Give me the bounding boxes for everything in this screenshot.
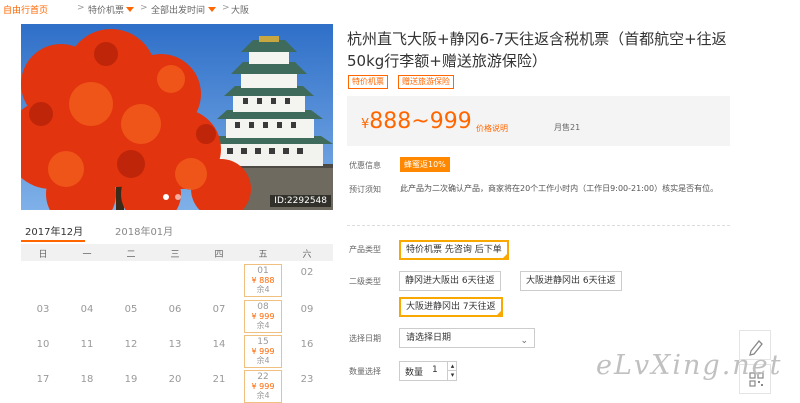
quantity-label: 数量选择 <box>349 367 381 376</box>
tab-month-2[interactable]: 2018年01月 <box>115 223 173 238</box>
weekday-label: 日 <box>38 250 48 260</box>
calendar-grid: 01 ¥ 888 余4 02 03 04 05 06 07 08 ¥ 999 余… <box>21 262 333 403</box>
calendar-day: 11 <box>80 339 94 350</box>
tab-month-1[interactable]: 2017年12月 <box>25 223 83 238</box>
breadcrumb-separator: > <box>140 3 148 13</box>
calendar-day: 14 <box>212 339 226 350</box>
carousel-dot-active[interactable] <box>163 194 169 200</box>
product-type-label: 产品类型 <box>349 245 381 254</box>
calendar-weekday-header: 日 一 二 三 四 五 六 <box>21 244 333 261</box>
decrement-button[interactable]: ▾ <box>447 371 457 380</box>
site-watermark: eLvXing.net <box>596 350 783 381</box>
chevron-down-icon[interactable] <box>208 7 216 12</box>
weekday-label: 四 <box>214 250 224 260</box>
monthly-sales: 月售21 <box>554 123 581 132</box>
calendar-day: 13 <box>168 339 182 350</box>
calendar-day: 20 <box>168 374 182 385</box>
quantity-value[interactable]: 1 <box>432 365 438 375</box>
price-panel: ¥888~999 价格说明 月售21 <box>347 96 730 146</box>
calendar-day: 16 <box>300 339 314 350</box>
calendar-day: 18 <box>80 374 94 385</box>
weekday-label: 六 <box>302 250 312 260</box>
notice-label: 预订须知 <box>349 185 381 194</box>
calendar-month-tabs: 2017年12月 2018年01月 <box>21 221 333 243</box>
calendar-day: 23 <box>300 374 314 385</box>
calendar-day: 04 <box>80 304 94 315</box>
calendar-day-available[interactable]: 08 ¥ 999 余4 <box>244 300 282 333</box>
promo-label: 优惠信息 <box>349 161 381 170</box>
chevron-down-icon: ⌄ <box>520 336 528 346</box>
sub-type-option[interactable]: 静冈进大阪出 6天往返 <box>399 271 501 291</box>
product-price: ¥888~999 <box>361 109 472 134</box>
calendar-day-available[interactable]: 15 ¥ 999 余4 <box>244 335 282 368</box>
date-select[interactable]: 请选择日期 ⌄ <box>399 328 535 348</box>
quantity-stepper[interactable]: 数量 1 ▴ ▾ <box>399 361 457 381</box>
sub-type-option-selected[interactable]: 大阪进静冈出 7天往返 <box>399 297 503 317</box>
product-tag: 特价机票 <box>348 75 388 89</box>
weekday-label: 一 <box>82 250 92 260</box>
product-photo[interactable]: ID:2292548 <box>21 24 333 210</box>
calendar-day: 07 <box>212 304 226 315</box>
section-divider <box>347 225 730 226</box>
calendar-day: 09 <box>300 304 314 315</box>
weekday-label: 五 <box>258 250 268 260</box>
breadcrumb-current: 大阪 <box>231 6 250 16</box>
product-tag: 赠送旅游保险 <box>398 75 454 89</box>
sub-type-label: 二级类型 <box>349 277 381 286</box>
booking-notice: 此产品为二次确认产品，商家将在20个工作小时内（工作日9:00-21:00）核实… <box>400 184 719 193</box>
calendar-day-available[interactable]: 01 ¥ 888 余4 <box>244 264 282 297</box>
carousel-dot[interactable] <box>175 194 181 200</box>
calendar-day: 17 <box>36 374 50 385</box>
weekday-label: 三 <box>170 250 180 260</box>
product-title: 杭州直飞大阪+静冈6-7天往返含税机票（首都航空+往返50kg行李额+赠送旅游保… <box>347 30 727 70</box>
breadcrumb-departure-link[interactable]: 全部出发时间 <box>151 3 205 16</box>
calendar-day: 12 <box>124 339 138 350</box>
breadcrumb-separator: > <box>77 3 85 13</box>
weekday-label: 二 <box>126 250 136 260</box>
photo-id-label: ID:2292548 <box>270 195 331 207</box>
calendar-day: 05 <box>124 304 138 315</box>
sub-type-option[interactable]: 大阪进静冈出 6天往返 <box>520 271 622 291</box>
breadcrumb-separator: > <box>222 3 230 13</box>
calendar-day: 02 <box>300 267 314 278</box>
active-tab-indicator <box>21 240 85 242</box>
increment-button[interactable]: ▴ <box>447 362 457 371</box>
calendar-day: 03 <box>36 304 50 315</box>
breadcrumb-home-link[interactable]: 自由行首页 <box>3 3 48 16</box>
calendar-day: 10 <box>36 339 50 350</box>
calendar-day-available[interactable]: 22 ¥ 999 余4 <box>244 370 282 403</box>
breadcrumb-flights-link[interactable]: 特价机票 <box>88 3 124 16</box>
date-label: 选择日期 <box>349 334 381 343</box>
promo-badge: 蜂蜜返10% <box>400 157 450 172</box>
breadcrumb: 自由行首页 > 特价机票 > 全部出发时间 > 大阪 <box>0 0 800 17</box>
osaka-castle-image <box>21 24 333 210</box>
product-type-option-selected[interactable]: 特价机票 先咨询 后下单 <box>399 240 509 260</box>
price-explanation-link[interactable]: 价格说明 <box>476 123 508 134</box>
chevron-down-icon[interactable] <box>126 7 134 12</box>
calendar-day: 19 <box>124 374 138 385</box>
calendar-day: 06 <box>168 304 182 315</box>
calendar-day: 21 <box>212 374 226 385</box>
